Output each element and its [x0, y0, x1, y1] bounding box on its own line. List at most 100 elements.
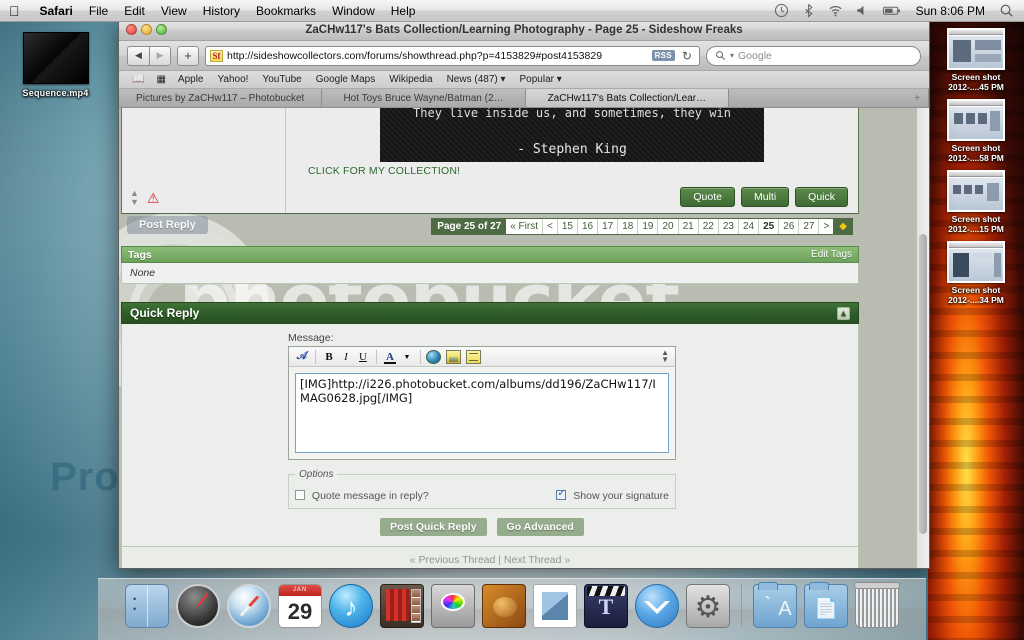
tab-bats-collection[interactable]: ZaCHw117's Bats Collection/Lear…	[525, 89, 729, 107]
menu-item-bookmarks[interactable]: Bookmarks	[248, 0, 324, 22]
collection-link[interactable]: CLICK FOR MY COLLECTION!	[308, 165, 852, 177]
reader-list-icon[interactable]: 📖	[127, 74, 149, 85]
post-quick-reply-button[interactable]: Post Quick Reply	[380, 518, 487, 536]
color-dropdown-icon[interactable]: ▼	[399, 349, 415, 365]
dock-item-trash[interactable]	[854, 582, 900, 628]
pagination-page-18[interactable]: 18	[617, 218, 637, 234]
message-textarea[interactable]: [IMG]http://i226.photobucket.com/albums/…	[295, 373, 669, 453]
bookmark-apple[interactable]: Apple	[172, 74, 210, 85]
tab-hot-toys[interactable]: Hot Toys Bruce Wayne/Batman (2…	[322, 89, 526, 107]
back-button[interactable]: ◀	[127, 45, 149, 66]
bookmark-popular[interactable]: Popular ▾	[514, 74, 568, 85]
insert-image-icon[interactable]	[446, 349, 461, 364]
dock-item-applications-folder[interactable]: ｀A	[753, 582, 797, 628]
pagination-page-19[interactable]: 19	[637, 218, 657, 234]
show-signature-checkbox[interactable]	[556, 488, 567, 500]
menu-item-history[interactable]: History	[195, 0, 248, 22]
collapse-icon[interactable]: ▲	[837, 306, 850, 320]
menu-item-window[interactable]: Window	[324, 0, 383, 22]
quote-message-checkbox[interactable]	[295, 490, 305, 500]
underline-icon[interactable]: U	[355, 349, 371, 365]
new-tab-button-tabbar[interactable]: +	[728, 89, 929, 107]
battery-icon[interactable]	[876, 3, 908, 18]
post-reply-button[interactable]: Post Reply	[127, 216, 208, 234]
reload-icon[interactable]: ↻	[679, 49, 695, 63]
dock-item-safari[interactable]	[227, 584, 271, 628]
address-bar[interactable]: Sf http://sideshowcollectors.com/forums/…	[205, 45, 700, 66]
pagination-prev[interactable]: <	[541, 218, 557, 234]
pagination-page-27[interactable]: 27	[798, 218, 818, 234]
scrollbar-thumb[interactable]	[919, 234, 927, 534]
pagination-page-21[interactable]: 21	[677, 218, 698, 234]
italic-icon[interactable]: I	[338, 349, 354, 365]
bold-icon[interactable]: B	[321, 349, 337, 365]
menu-item-view[interactable]: View	[153, 0, 195, 22]
search-icon[interactable]	[993, 3, 1024, 18]
bookmark-google-maps[interactable]: Google Maps	[310, 74, 381, 85]
desktop-file-screenshot[interactable]: Screen shot 2012-....34 PM	[928, 241, 1024, 305]
pagination-page-16[interactable]: 16	[576, 218, 597, 234]
insert-quote-icon[interactable]	[466, 349, 481, 364]
bookmark-wikipedia[interactable]: Wikipedia	[383, 74, 438, 85]
desktop-file-screenshot[interactable]: Screen shot 2012-....58 PM	[928, 99, 1024, 163]
menu-item-help[interactable]: Help	[383, 0, 424, 22]
dock-item-mail[interactable]	[533, 584, 577, 628]
quote-button[interactable]: Quote	[680, 187, 735, 207]
bookmark-youtube[interactable]: YouTube	[256, 74, 307, 85]
rss-badge[interactable]: RSS	[651, 50, 675, 61]
desktop-file-screenshot[interactable]: Screen shot 2012-....15 PM	[928, 170, 1024, 234]
pagination-first[interactable]: « First	[506, 219, 542, 234]
updown-arrows-icon[interactable]: ▲ ▼	[130, 189, 139, 207]
dock-item-garageband[interactable]	[482, 584, 526, 628]
dock-item-finder[interactable]	[125, 584, 169, 628]
show-signature-option[interactable]: Show your signature	[556, 488, 669, 502]
bookmark-yahoo[interactable]: Yahoo!	[211, 74, 254, 85]
pagination-page-22[interactable]: 22	[697, 218, 718, 234]
quick-reply-button[interactable]: Quick	[795, 187, 848, 207]
desktop-icon-sequence-mp4[interactable]: Sequence.mp4	[8, 32, 103, 98]
editor-size-toggle-icon[interactable]: ▲ ▼	[661, 349, 669, 364]
pagination-page-20[interactable]: 20	[657, 218, 677, 234]
page-scrollbar[interactable]	[916, 108, 929, 568]
pagination-last-icon[interactable]: ◆	[833, 218, 852, 234]
pagination-page-23[interactable]: 23	[717, 218, 738, 234]
multi-quote-button[interactable]: Multi	[740, 187, 790, 207]
remove-formatting-icon[interactable]: 𝒜	[294, 349, 310, 365]
wifi-icon[interactable]	[822, 3, 849, 18]
window-title-bar[interactable]: ZaCHw117's Bats Collection/Learning Phot…	[119, 19, 929, 41]
new-tab-button[interactable]: +	[177, 45, 199, 66]
menubar-clock[interactable]: Sun 8:06 PM	[908, 4, 993, 18]
pagination-page-17[interactable]: 17	[597, 218, 617, 234]
forward-button[interactable]: ▶	[149, 45, 171, 66]
dock-item-calendar[interactable]: JAN 29	[278, 584, 322, 628]
dock-item-dashboard[interactable]	[176, 584, 220, 628]
pagination-next[interactable]: >	[818, 218, 833, 234]
time-machine-icon[interactable]	[768, 3, 795, 18]
font-color-icon[interactable]: A	[382, 349, 398, 365]
edit-tags-link[interactable]: Edit Tags	[811, 249, 852, 260]
pagination-page-25-current[interactable]: 25	[758, 218, 778, 234]
desktop-file-screenshot[interactable]: Screen shot 2012-....45 PM	[928, 28, 1024, 92]
grid-icon[interactable]: ▦	[151, 74, 169, 85]
menu-item-file[interactable]: File	[81, 0, 116, 22]
quote-message-option[interactable]: Quote message in reply?	[295, 490, 429, 502]
pagination-page-26[interactable]: 26	[778, 218, 798, 234]
menu-item-safari[interactable]: Safari	[32, 0, 81, 22]
dock-item-photo-booth[interactable]	[380, 584, 424, 628]
menu-item-edit[interactable]: Edit	[116, 0, 153, 22]
dock-item-openoffice[interactable]	[635, 584, 679, 628]
apple-icon[interactable]: 	[9, 4, 20, 18]
dock-item-itunes[interactable]	[329, 584, 373, 628]
dock-item-iphoto[interactable]	[431, 584, 475, 628]
dock-item-documents-folder[interactable]: 📄	[804, 582, 848, 628]
thread-navigation[interactable]: « Previous Thread | Next Thread »	[121, 547, 859, 568]
search-input[interactable]: ▾ Google	[706, 45, 921, 66]
bookmark-news[interactable]: News (487) ▾	[441, 74, 512, 85]
tab-photobucket[interactable]: Pictures by ZaCHw117 – Photobucket	[119, 89, 323, 107]
go-advanced-button[interactable]: Go Advanced	[496, 518, 584, 536]
pagination-page-24[interactable]: 24	[737, 218, 758, 234]
bluetooth-icon[interactable]	[795, 3, 822, 18]
dock-item-system-preferences[interactable]	[686, 584, 730, 628]
volume-icon[interactable]	[849, 3, 876, 18]
insert-link-icon[interactable]	[426, 349, 441, 364]
